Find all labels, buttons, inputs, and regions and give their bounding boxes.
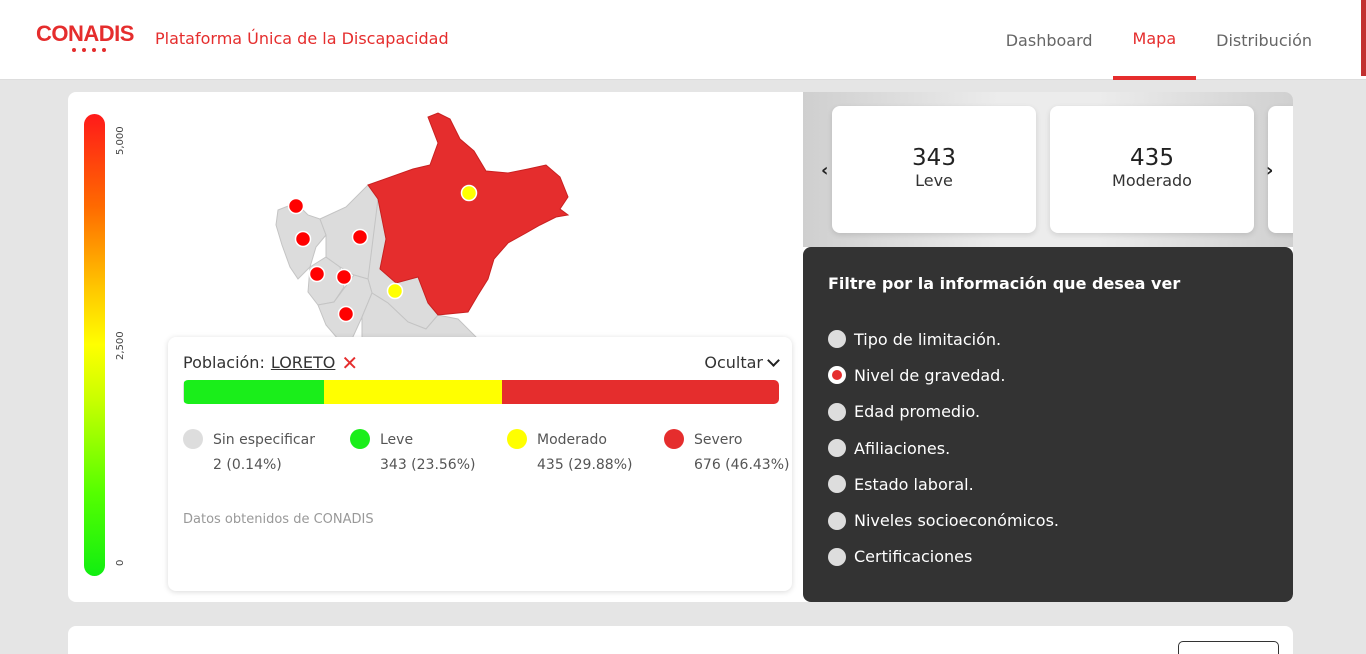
platform-title: Plataforma Única de la Discapacidad [155, 29, 449, 48]
map-marker [287, 197, 305, 215]
nav-distribucion[interactable]: Distribución [1196, 0, 1332, 80]
legend-item-name: Sin especificar [213, 432, 315, 448]
map-marker [386, 282, 404, 300]
radio-button[interactable] [828, 402, 846, 421]
stat-label: Moderado [1112, 171, 1192, 190]
bottom-card [68, 626, 1293, 654]
chevron-right-icon[interactable]: › [1266, 160, 1273, 181]
bar-segment-leve [183, 380, 325, 404]
legend-item-count: 2 (0.14%) [213, 457, 282, 473]
filter-options: Tipo de limitación. Nivel de gravedad. E… [828, 321, 1059, 575]
filter-option-label: Nivel de gravedad. [854, 365, 1006, 385]
bar-segment-severo [502, 380, 779, 404]
filter-option-afiliaciones[interactable]: Afiliaciones. [828, 430, 1059, 466]
radio-button[interactable] [828, 547, 846, 566]
hide-legend-button[interactable]: Ocultar [704, 353, 780, 372]
nav-distribucion-label: Distribución [1216, 30, 1312, 50]
nav-dashboard-label: Dashboard [1005, 30, 1093, 50]
filter-option-label: Tipo de limitación. [854, 329, 1002, 349]
peru-map[interactable] [268, 107, 588, 339]
map-marker [460, 184, 478, 202]
nav-dashboard[interactable]: Dashboard [986, 0, 1113, 80]
legend-dot [183, 429, 203, 449]
filter-option-estado-laboral[interactable]: Estado laboral. [828, 466, 1059, 502]
legend-item-name: Moderado [537, 432, 607, 448]
top-header: CONADIS Plataforma Única de la Discapaci… [0, 0, 1366, 80]
hide-legend-label: Ocultar [704, 353, 763, 372]
filter-option-edad-promedio[interactable]: Edad promedio. [828, 394, 1059, 430]
color-scale-bar [84, 114, 105, 576]
chevron-left-icon[interactable]: ‹ [821, 160, 828, 181]
legend-item-count: 343 (23.56%) [380, 457, 476, 473]
logo-dots [72, 48, 140, 52]
legend-dot [507, 429, 527, 449]
filter-option-niveles-socioeconomicos[interactable]: Niveles socioeconómicos. [828, 502, 1059, 538]
radio-button[interactable] [828, 330, 846, 349]
map-marker [294, 230, 312, 248]
logo-text: CONADIS [36, 21, 134, 46]
filter-option-label: Niveles socioeconómicos. [854, 511, 1059, 531]
radio-button-selected[interactable] [828, 366, 846, 385]
stat-value: 435 [1130, 145, 1174, 171]
map-marker [351, 228, 369, 246]
radio-button[interactable] [828, 511, 846, 530]
filter-option-tipo-limitacion[interactable]: Tipo de limitación. [828, 321, 1059, 357]
nav-mapa[interactable]: Mapa [1112, 0, 1197, 80]
legend-item-count: 435 (29.88%) [537, 457, 633, 473]
filter-option-label: Afiliaciones. [854, 438, 951, 458]
legend-item-name: Leve [380, 432, 414, 448]
radio-button[interactable] [828, 439, 846, 458]
filter-panel: Filtre por la información que desea ver … [803, 247, 1293, 602]
map-marker [308, 265, 326, 283]
page-scrollbar[interactable] [1361, 0, 1366, 76]
active-tab-underline [1112, 76, 1197, 80]
filter-option-label: Certificaciones [854, 547, 973, 567]
scale-mid-label: 2,500 [115, 331, 126, 360]
radio-button[interactable] [828, 475, 846, 494]
map-marker [337, 305, 355, 323]
stat-value: 343 [912, 145, 956, 171]
legend-item-name: Severo [694, 432, 743, 448]
population-value-link[interactable]: LORETO [271, 353, 336, 372]
severity-stacked-bar [183, 380, 779, 404]
legend-dot [350, 429, 370, 449]
stat-label: Leve [915, 171, 953, 190]
stat-card-leve: 343 Leve [832, 106, 1036, 233]
nav-mapa-label: Mapa [1132, 28, 1177, 48]
bar-segment-moderado [324, 380, 503, 404]
conadis-logo[interactable]: CONADIS [36, 22, 140, 52]
legend-item-count: 676 (46.43%) [694, 457, 790, 473]
filter-title: Filtre por la información que desea ver [828, 274, 1181, 293]
main-nav: Dashboard Mapa Distribución [986, 0, 1332, 80]
stat-card-moderado: 435 Moderado [1050, 106, 1254, 233]
filter-option-label: Estado laboral. [854, 474, 974, 494]
legend-panel: Población: LORETO ✕ Ocultar Sin especifi… [168, 337, 792, 591]
filter-option-certificaciones[interactable]: Certificaciones [828, 539, 1059, 575]
scale-min-label: 0 [115, 559, 126, 566]
population-label: Población: [183, 353, 265, 372]
data-source-note: Datos obtenidos de CONADIS [183, 512, 374, 527]
close-icon[interactable]: ✕ [341, 353, 358, 373]
stats-carousel: ‹ 343 Leve 435 Moderado › [803, 92, 1293, 247]
map-marker [335, 268, 353, 286]
scale-max-label: 5,000 [115, 126, 126, 155]
population-row: Población: LORETO ✕ [183, 353, 358, 373]
chevron-down-icon [767, 354, 780, 367]
legend-dot [664, 429, 684, 449]
bottom-card-button[interactable] [1178, 641, 1279, 654]
filter-option-label: Edad promedio. [854, 402, 981, 422]
filter-option-nivel-gravedad[interactable]: Nivel de gravedad. [828, 357, 1059, 393]
map-card: 5,000 2,500 0 Población: LORETO ✕ Oculta… [68, 92, 1293, 602]
